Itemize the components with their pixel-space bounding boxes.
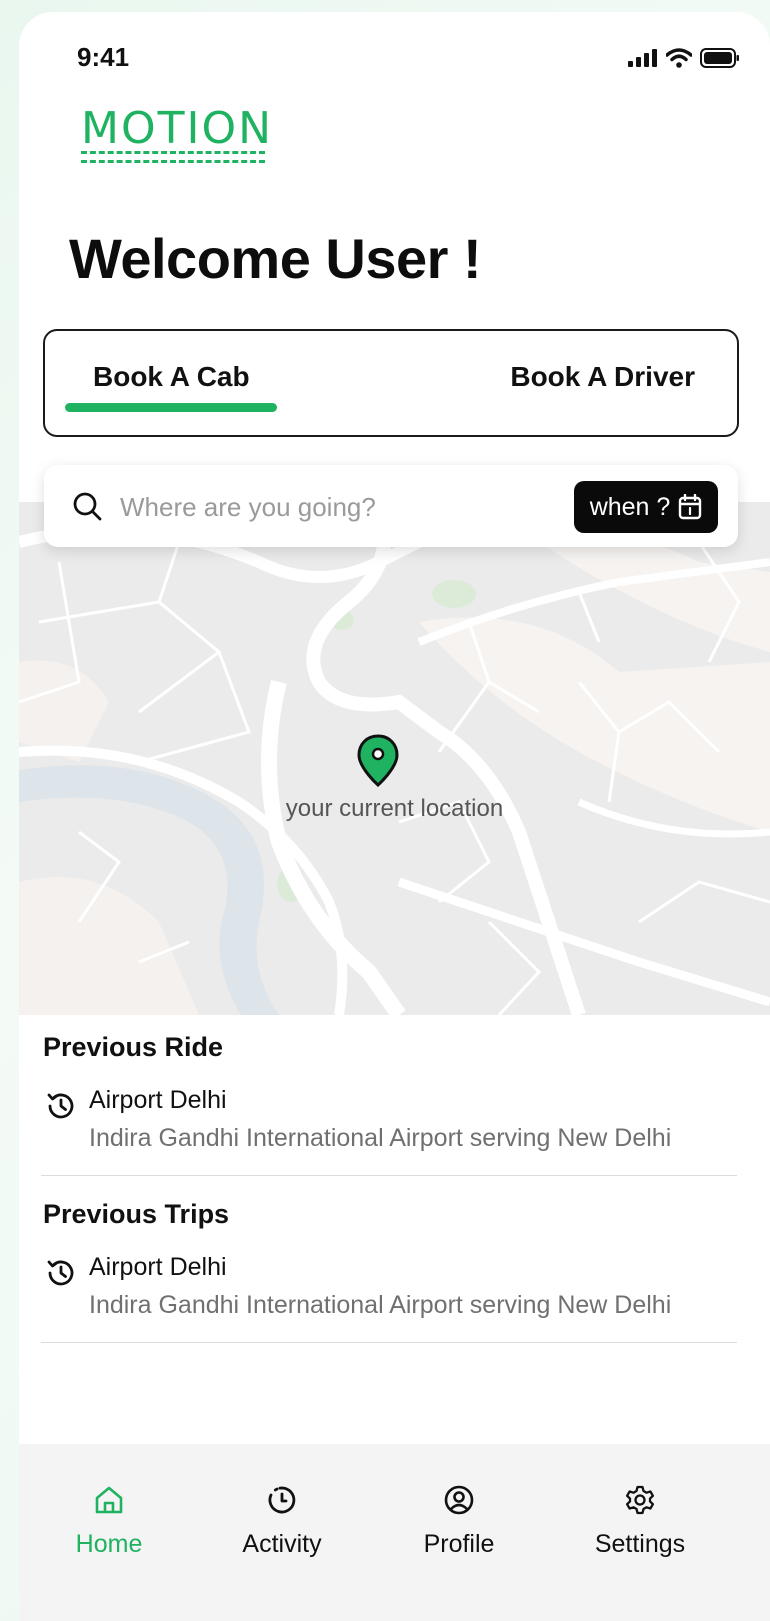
nav-label: Activity: [242, 1530, 322, 1558]
divider: [41, 1342, 737, 1343]
nav-label: Settings: [594, 1530, 686, 1558]
profile-icon: [444, 1485, 474, 1515]
previous-trips-section: Previous Trips Airport Delhi Indira Gand…: [43, 1199, 739, 1319]
section-title: Previous Trips: [43, 1199, 230, 1229]
ride-title: Airport Delhi: [89, 1086, 227, 1114]
current-location-label: your current location: [285, 795, 504, 822]
nav-activity[interactable]: Activity: [197, 1484, 367, 1559]
ride-title: Airport Delhi: [89, 1253, 227, 1281]
search-bar: when ?: [44, 465, 738, 547]
history-icon: [47, 1093, 74, 1119]
bottom-navigation: Home Activity Profile Settings: [19, 1444, 770, 1621]
divider: [41, 1175, 737, 1176]
calendar-icon: [679, 494, 702, 520]
status-bar: 9:41: [19, 12, 770, 82]
home-icon: [95, 1486, 123, 1514]
status-icons: [628, 48, 740, 68]
tab-book-a-cab[interactable]: Book A Cab: [93, 361, 250, 393]
search-input[interactable]: [118, 483, 542, 531]
nav-profile[interactable]: Profile: [374, 1484, 544, 1559]
app-logo: MOTION: [81, 104, 271, 174]
history-icon: [47, 1260, 74, 1286]
when-button[interactable]: when ?: [574, 481, 718, 533]
section-title: Previous Ride: [43, 1032, 224, 1062]
logo-underline: [81, 160, 265, 163]
settings-icon: [625, 1485, 655, 1515]
ride-subtitle: Indira Gandhi International Airport serv…: [89, 1291, 672, 1319]
nav-label: Home: [75, 1530, 143, 1558]
booking-tabs: Book A Cab Book A Driver: [43, 329, 739, 437]
previous-ride-section: Previous Ride Airport Delhi Indira Gandh…: [43, 1032, 739, 1152]
status-time: 9:41: [77, 42, 130, 72]
when-label: when ?: [589, 492, 671, 521]
wifi-icon: [666, 48, 692, 68]
active-tab-indicator: [65, 403, 277, 412]
nav-label: Profile: [423, 1530, 495, 1558]
page-title: Welcome User !: [69, 227, 482, 290]
phone-screen: 9:41 MOTION Welcome User ! Book A Cab Bo…: [19, 12, 770, 1621]
search-icon: [73, 492, 102, 521]
nav-home[interactable]: Home: [24, 1484, 194, 1559]
location-pin-icon: [357, 734, 399, 788]
tab-book-a-driver[interactable]: Book A Driver: [510, 361, 695, 393]
activity-icon: [268, 1486, 296, 1514]
logo-underline: [81, 151, 265, 154]
logo-text: MOTION: [81, 103, 273, 154]
battery-icon: [700, 48, 739, 68]
signal-icon: [628, 49, 657, 67]
ride-subtitle: Indira Gandhi International Airport serv…: [89, 1124, 672, 1152]
nav-settings[interactable]: Settings: [555, 1484, 725, 1559]
